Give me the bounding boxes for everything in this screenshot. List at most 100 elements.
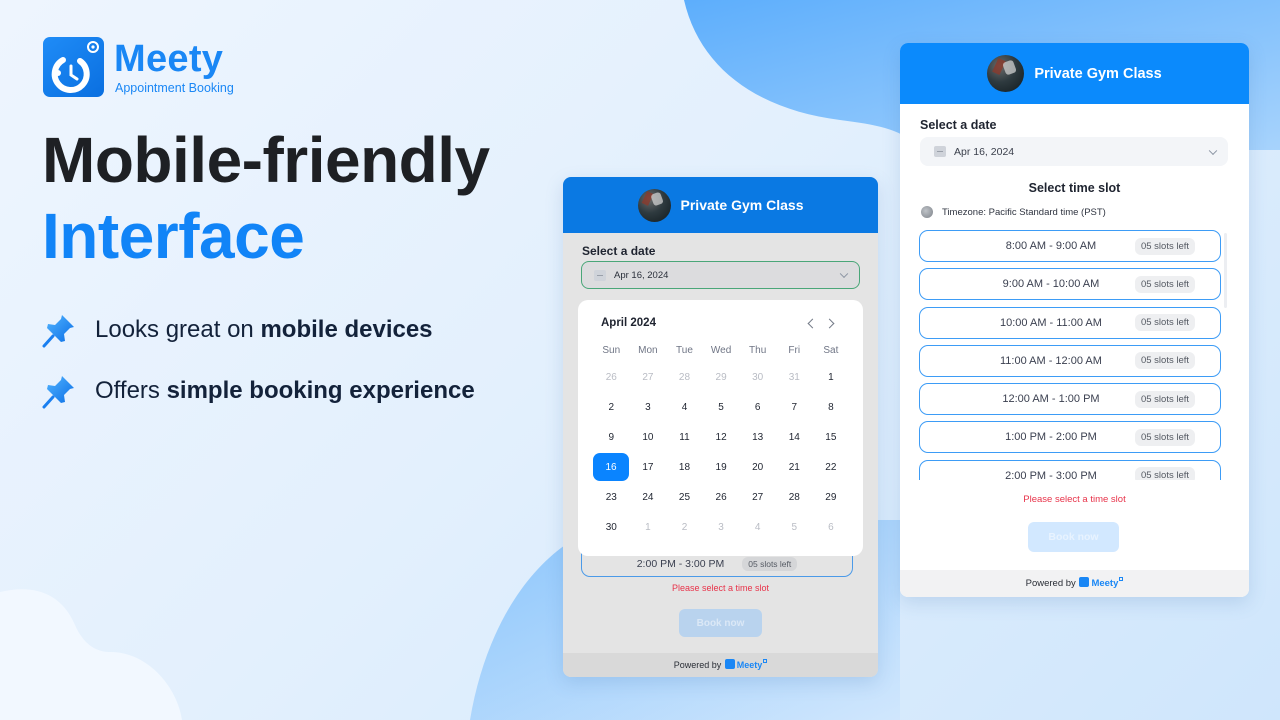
slots-left-badge: 05 slots left <box>742 556 798 571</box>
meety-link[interactable]: Meety <box>1091 578 1118 589</box>
calendar-day[interactable]: 30 <box>739 362 776 392</box>
widget-title: Private Gym Class <box>1034 65 1162 82</box>
calendar-day[interactable]: 30 <box>593 512 630 542</box>
feature-text: Looks great on mobile devices <box>95 316 433 343</box>
pushpin-icon <box>42 376 74 409</box>
book-now-button[interactable]: Book now <box>1028 522 1119 552</box>
calendar-month-label: April 2024 <box>601 317 656 329</box>
weekday-label: Mon <box>638 345 658 356</box>
calendar-day[interactable]: 19 <box>703 452 740 482</box>
chevron-right-icon[interactable] <box>824 317 840 331</box>
calendar-day[interactable]: 3 <box>703 512 740 542</box>
weekday-label: Wed <box>710 345 732 356</box>
booking-widget-calendar-open: Private Gym Class Select a date Apr 16, … <box>563 177 878 677</box>
meety-logo-icon <box>724 659 735 669</box>
slot-time: 11:00 AM - 12:00 AM <box>1000 354 1102 367</box>
timezone-text: Timezone: Pacific Standard time (PST) <box>942 206 1106 218</box>
chevron-left-icon[interactable] <box>804 317 820 331</box>
slot-time: 9:00 AM - 10:00 AM <box>1002 278 1100 291</box>
meety-link[interactable]: Meety <box>737 660 763 670</box>
slots-left-badge: 05 slots left <box>1134 467 1196 480</box>
class-avatar <box>987 55 1025 92</box>
calendar-day[interactable]: 2 <box>666 512 703 542</box>
calendar-day[interactable]: 7 <box>776 392 813 422</box>
time-slot[interactable]: 2:00 PM - 3:00 PM 05 slots left <box>919 459 1221 480</box>
calendar-day[interactable]: 27 <box>739 482 776 512</box>
calendar-day[interactable]: 28 <box>776 482 813 512</box>
slot-time: 8:00 AM - 9:00 AM <box>1005 240 1097 252</box>
time-slot[interactable]: 10:00 AM - 11:00 AM 05 slots left <box>919 306 1221 339</box>
calendar-day[interactable]: 17 <box>630 452 667 482</box>
slots-left-badge: 05 slots left <box>1134 237 1196 255</box>
headline: Mobile-friendly Interface <box>42 122 490 274</box>
feature-list: Looks great on mobile devices Offers sim… <box>40 310 475 432</box>
date-label: Select a date <box>582 244 656 258</box>
calendar-day[interactable]: 26 <box>703 482 740 512</box>
calendar-day[interactable]: 6 <box>813 512 850 542</box>
time-slot[interactable]: 12:00 AM - 1:00 PM 05 slots left <box>919 383 1221 416</box>
date-picker-field[interactable]: Apr 16, 2024 <box>920 137 1228 166</box>
widget-header: Private Gym Class <box>563 177 878 233</box>
date-label: Select a date <box>920 118 997 132</box>
calendar-day[interactable]: 5 <box>776 512 813 542</box>
calendar-day[interactable]: 8 <box>813 392 850 422</box>
time-slot[interactable]: 8:00 AM - 9:00 AM 05 slots left <box>919 230 1221 262</box>
calendar-day-selected[interactable]: 16 <box>593 453 629 481</box>
calendar-day[interactable]: 29 <box>703 362 740 392</box>
calendar-day[interactable]: 9 <box>593 422 630 452</box>
brand-tagline: Appointment Booking <box>115 81 234 95</box>
calendar-day[interactable]: 31 <box>776 362 813 392</box>
calendar-day[interactable]: 29 <box>813 482 850 512</box>
booking-widget-time-slots: Private Gym Class Select a date Apr 16, … <box>900 43 1249 597</box>
external-link-icon <box>763 659 768 663</box>
weekday-label: Tue <box>676 345 693 356</box>
calendar-day[interactable]: 25 <box>666 482 703 512</box>
calendar-day[interactable]: 12 <box>703 422 740 452</box>
time-slot-list[interactable]: 8:00 AM - 9:00 AM 05 slots left 9:00 AM - … <box>919 230 1221 480</box>
calendar-grid: Sun Mon Tue Wed Thu Fri Sat 26 27 28 29 30 31 1 2 3 4 5 6 7… <box>593 340 855 542</box>
calendar-day[interactable]: 23 <box>593 482 630 512</box>
calendar-day[interactable]: 24 <box>630 482 667 512</box>
book-now-button[interactable]: Book now <box>679 609 762 637</box>
calendar-icon <box>934 146 946 157</box>
powered-by-footer: Powered by Meety <box>563 653 878 677</box>
slot-list-scrollbar[interactable] <box>1224 233 1227 308</box>
feature-item: Looks great on mobile devices <box>40 310 475 350</box>
calendar-day[interactable]: 4 <box>666 392 703 422</box>
chevron-down-icon <box>1208 146 1218 155</box>
date-value: Apr 16, 2024 <box>614 269 669 281</box>
calendar-day[interactable]: 6 <box>739 392 776 422</box>
calendar-day[interactable]: 26 <box>593 362 630 392</box>
time-slot[interactable]: 11:00 AM - 12:00 AM 05 slots left <box>919 344 1221 377</box>
slots-left-badge: 05 slots left <box>1134 428 1196 446</box>
calendar-day[interactable]: 3 <box>630 392 667 422</box>
calendar-day[interactable]: 14 <box>776 422 813 452</box>
calendar-day[interactable]: 21 <box>776 452 813 482</box>
chevron-down-icon <box>839 269 849 279</box>
calendar-day[interactable]: 13 <box>739 422 776 452</box>
calendar-day[interactable]: 4 <box>739 512 776 542</box>
calendar-day[interactable]: 11 <box>666 422 703 452</box>
slot-time: 12:00 AM - 1:00 PM <box>1002 393 1100 406</box>
calendar-day[interactable]: 15 <box>813 422 850 452</box>
time-slot[interactable]: 9:00 AM - 10:00 AM 05 slots left <box>919 268 1221 301</box>
calendar-day[interactable]: 1 <box>813 362 850 392</box>
calendar-day[interactable]: 27 <box>630 362 667 392</box>
slots-left-badge: 05 slots left <box>1134 275 1196 293</box>
calendar-day[interactable]: 28 <box>666 362 703 392</box>
meety-logo-icon <box>43 37 104 97</box>
time-slot[interactable]: 1:00 PM - 2:00 PM 05 slots left <box>919 421 1221 454</box>
date-picker-field[interactable]: Apr 16, 2024 <box>581 261 860 289</box>
calendar-day[interactable]: 2 <box>593 392 630 422</box>
headline-line-2: Interface <box>42 200 305 272</box>
calendar-day[interactable]: 10 <box>630 422 667 452</box>
calendar-day[interactable]: 18 <box>666 452 703 482</box>
calendar-day[interactable]: 1 <box>630 512 667 542</box>
calendar-day[interactable]: 20 <box>739 452 776 482</box>
brand: Meety Appointment Booking <box>43 37 234 97</box>
calendar-day[interactable]: 22 <box>813 452 850 482</box>
brand-name: Meety <box>114 38 224 80</box>
globe-icon <box>921 206 933 218</box>
calendar-day[interactable]: 5 <box>703 392 740 422</box>
slots-left-badge: 05 slots left <box>1134 352 1196 370</box>
